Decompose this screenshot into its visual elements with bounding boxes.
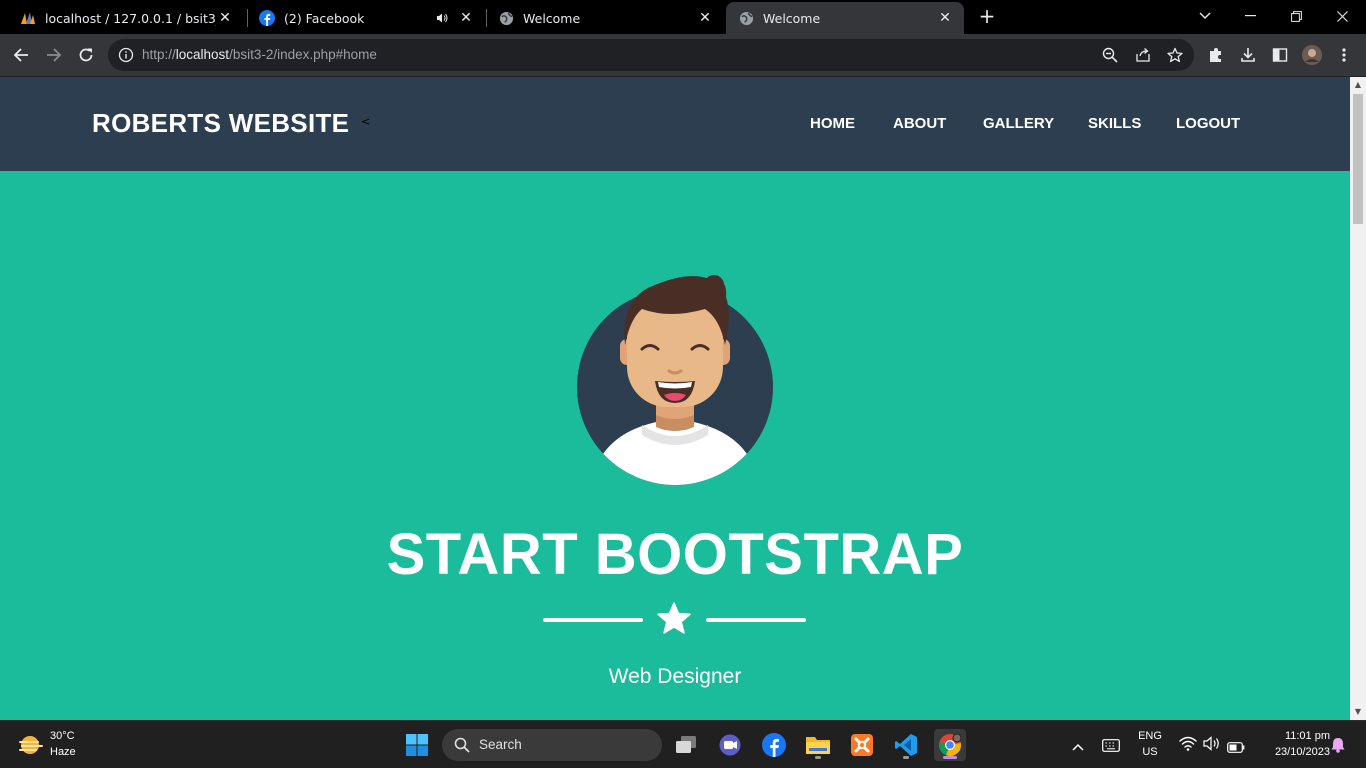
weather-condition: Haze (50, 746, 76, 758)
browser-tab-strip: localhost / 127.0.0.1 / bsit3_2 / u ✕ (2… (0, 0, 1366, 34)
browser-toolbar: http://localhost/bsit3-2/index.php#home (0, 34, 1366, 77)
speaker-icon[interactable] (433, 9, 451, 27)
windows-taskbar: 30°C Haze Search ENG US 11:01 pm 23/10/2… (0, 720, 1366, 768)
clock-date[interactable]: 23/10/2023 (1250, 746, 1330, 758)
notification-bell-icon[interactable] (1331, 737, 1345, 757)
bookmark-star-icon[interactable] (1166, 46, 1184, 64)
reload-icon[interactable] (73, 42, 99, 68)
taskbar-search-box[interactable]: Search (442, 729, 662, 761)
address-bar[interactable]: http://localhost/bsit3-2/index.php#home (108, 39, 1194, 71)
forward-arrow-icon[interactable] (41, 42, 67, 68)
more-menu-icon[interactable] (1334, 45, 1354, 65)
nav-link-home[interactable]: HOME (810, 115, 855, 132)
divider-line-right (706, 618, 806, 622)
divider-line-left (543, 618, 643, 622)
wifi-icon[interactable] (1179, 736, 1197, 755)
share-icon[interactable] (1134, 46, 1152, 64)
facebook-taskbar-icon[interactable] (758, 729, 790, 761)
scrollbar-thumb[interactable] (1353, 94, 1363, 224)
extensions-puzzle-icon[interactable] (1206, 45, 1226, 65)
download-icon[interactable] (1238, 45, 1258, 65)
zoom-out-icon[interactable] (1101, 46, 1119, 64)
scroll-up-arrow-icon[interactable]: ▲ (1350, 77, 1366, 93)
keyboard-icon[interactable] (1102, 737, 1120, 756)
haze-weather-icon[interactable] (18, 733, 44, 757)
star-icon (657, 602, 691, 634)
active-indicator (943, 756, 957, 759)
site-brand-link[interactable]: ROBERTS WEBSITE (92, 108, 349, 139)
site-info-icon[interactable] (118, 47, 134, 63)
nav-link-gallery[interactable]: GALLERY (983, 115, 1054, 132)
tab-title: (2) Facebook (284, 10, 365, 26)
close-window-button[interactable] (1327, 4, 1357, 28)
scroll-down-arrow-icon[interactable]: ▼ (1350, 704, 1366, 720)
caret-left-icon: < (361, 115, 371, 128)
nav-link-logout[interactable]: LOGOUT (1176, 115, 1240, 132)
new-tab-button[interactable]: + (976, 5, 998, 27)
chrome-icon[interactable] (934, 729, 966, 761)
search-label: Search (479, 737, 522, 752)
language-code[interactable]: ENG (1136, 730, 1164, 742)
page-scrollbar[interactable]: ▲ ▼ (1350, 77, 1366, 720)
url-text: http://localhost/bsit3-2/index.php#home (142, 47, 377, 62)
running-indicator (815, 756, 821, 759)
restore-button[interactable] (1281, 4, 1311, 28)
battery-icon[interactable] (1227, 738, 1245, 757)
vscode-icon[interactable] (890, 729, 922, 761)
back-arrow-icon[interactable] (8, 42, 34, 68)
side-panel-icon[interactable] (1270, 45, 1290, 65)
chevron-up-icon[interactable] (1071, 737, 1085, 756)
globe-icon (738, 10, 754, 26)
task-view-icon[interactable] (670, 729, 702, 761)
masthead-subheading: Web Designer (608, 665, 742, 688)
tab-facebook[interactable]: (2) Facebook ✕ (247, 2, 485, 34)
search-icon (454, 737, 470, 753)
facebook-icon (259, 10, 275, 26)
phpmyadmin-icon (20, 10, 36, 26)
weather-temperature: 30°C (50, 730, 75, 742)
windows-start-icon[interactable] (401, 729, 433, 761)
page-viewport: ROBERTS WEBSITE < HOME ABOUT GALLERY SKI… (0, 77, 1350, 720)
profile-avatar[interactable] (1302, 45, 1322, 65)
running-indicator (903, 756, 909, 759)
tab-welcome-active[interactable]: Welcome ✕ (726, 2, 964, 34)
teams-chat-icon[interactable] (714, 729, 746, 761)
close-icon[interactable]: ✕ (696, 9, 714, 27)
masthead-heading: START BOOTSTRAP (386, 522, 964, 587)
tab-search-chevron-icon[interactable] (1190, 4, 1220, 28)
nav-link-about[interactable]: ABOUT (893, 115, 946, 132)
tab-title: Welcome (523, 10, 581, 26)
language-region[interactable]: US (1136, 746, 1164, 758)
tab-title: Welcome (763, 10, 821, 26)
close-icon[interactable]: ✕ (457, 9, 475, 27)
xampp-icon[interactable] (846, 729, 878, 761)
tab-title: localhost / 127.0.0.1 / bsit3_2 / u (45, 10, 216, 26)
globe-icon (498, 10, 514, 26)
close-icon[interactable]: ✕ (216, 9, 234, 27)
site-navbar: ROBERTS WEBSITE < HOME ABOUT GALLERY SKI… (0, 77, 1350, 171)
close-icon[interactable]: ✕ (936, 9, 954, 27)
volume-icon[interactable] (1203, 736, 1221, 755)
nav-link-skills[interactable]: SKILLS (1088, 115, 1141, 132)
profile-avatar-image (577, 275, 773, 485)
file-explorer-icon[interactable] (802, 729, 834, 761)
tab-phpmyadmin[interactable]: localhost / 127.0.0.1 / bsit3_2 / u ✕ (8, 2, 244, 34)
tab-welcome-1[interactable]: Welcome ✕ (486, 2, 724, 34)
minimize-button[interactable] (1235, 4, 1265, 28)
clock-time[interactable]: 11:01 pm (1256, 730, 1330, 742)
